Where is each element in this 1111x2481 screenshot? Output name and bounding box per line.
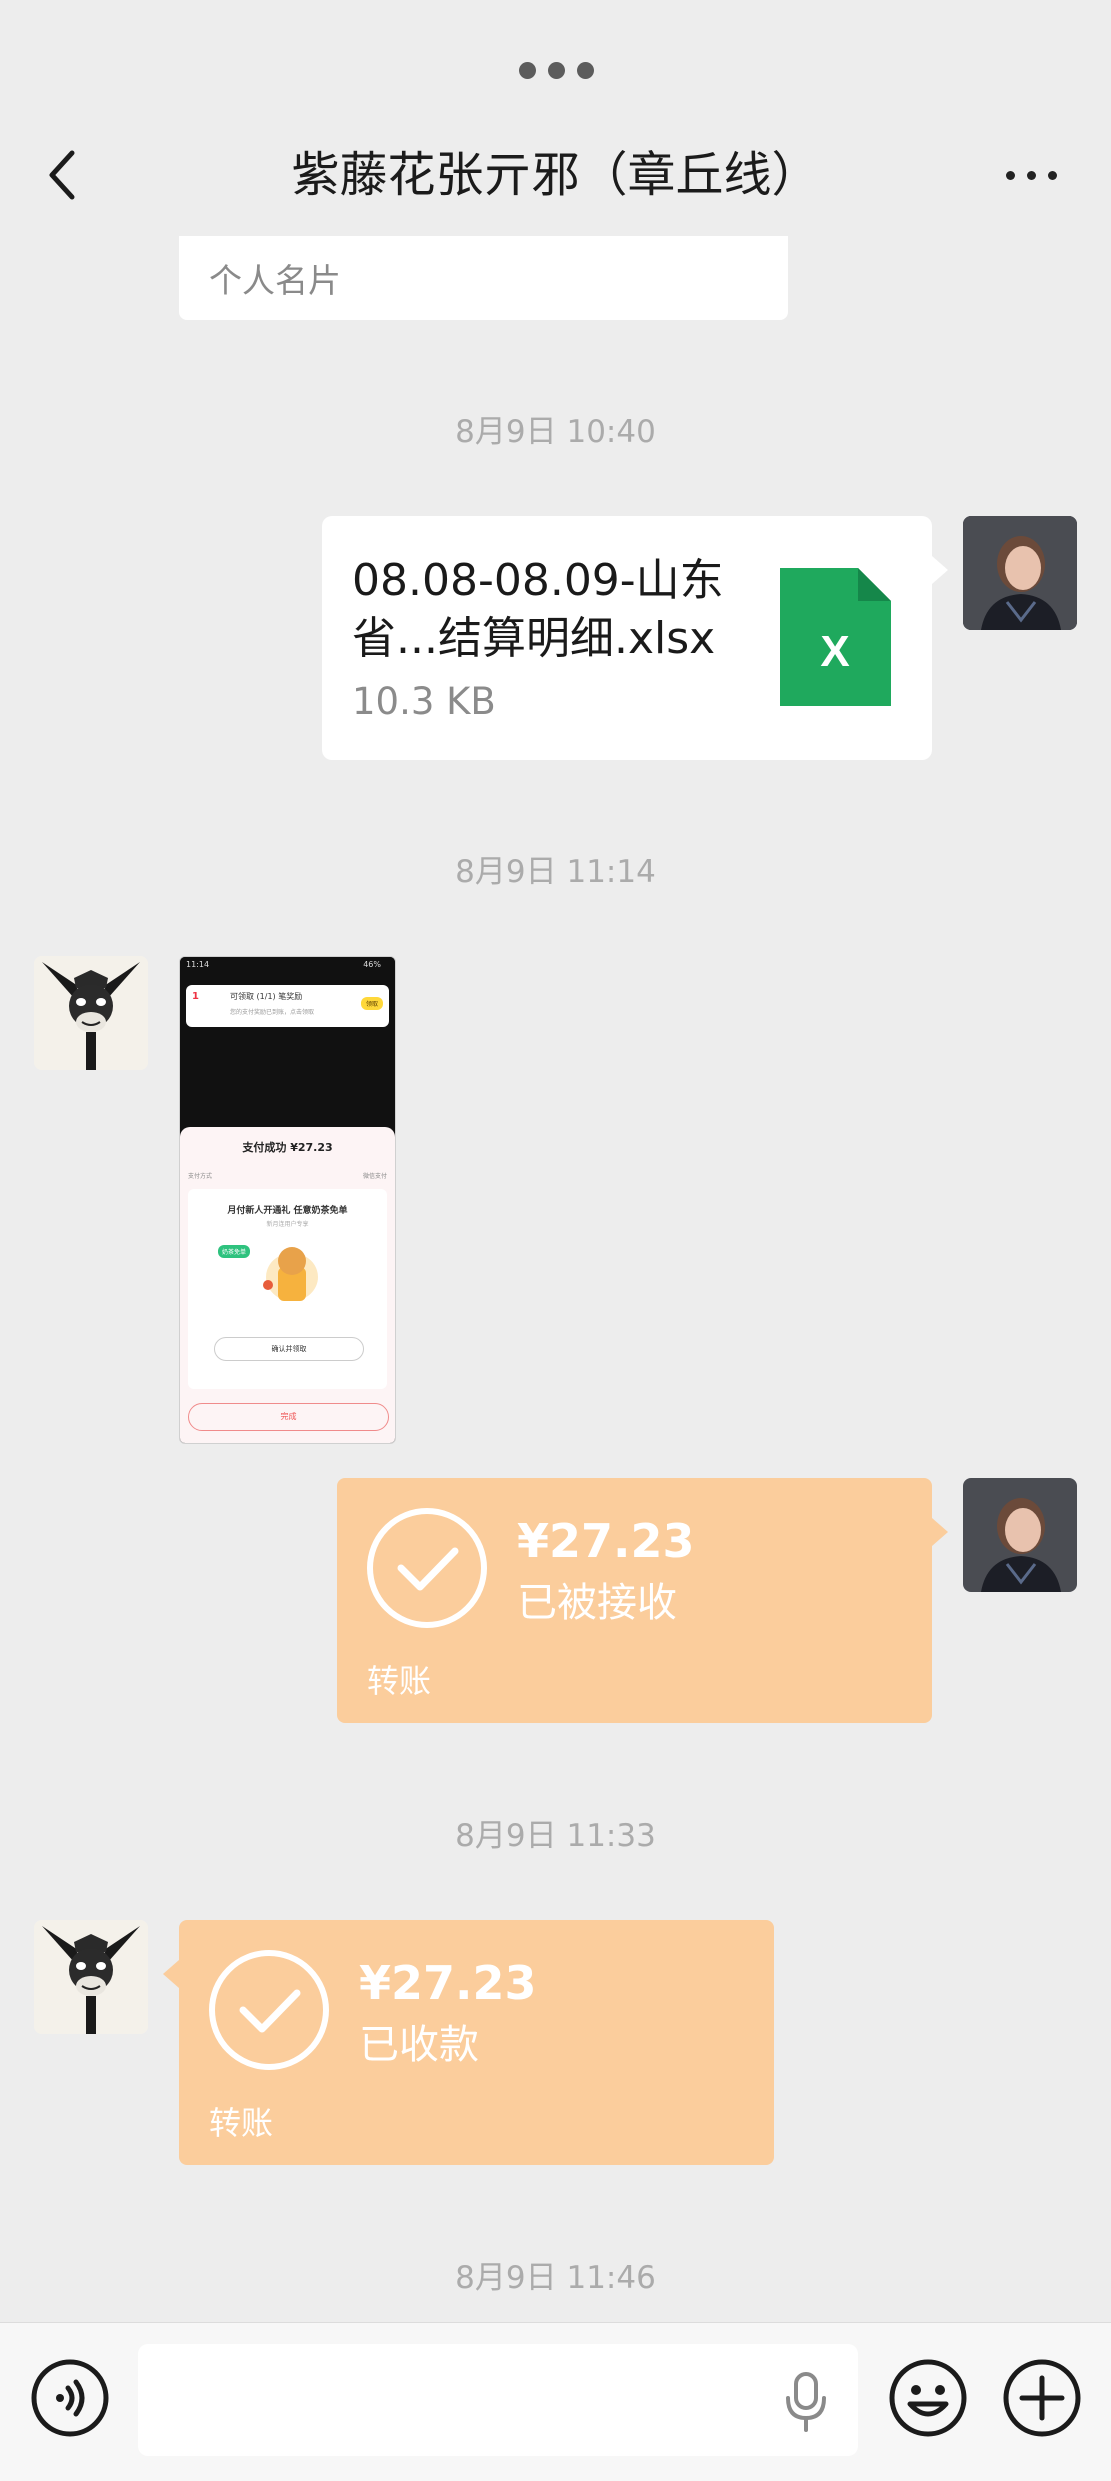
thumb-confirm-button: 确认并领取 <box>214 1337 364 1361</box>
more-dots-icon <box>1047 170 1057 180</box>
thumb-reward-notice: 1 可领取 (1/1) 笔奖励 您的支付奖励已到账，点击领取 领取 <box>186 985 389 1027</box>
file-size: 10.3 KB <box>352 680 496 723</box>
thumb-battery: 46% <box>363 960 381 969</box>
back-button[interactable] <box>44 145 94 205</box>
transfer-amount: ¥27.23 <box>517 1514 695 1568</box>
thumb-promo-card: 月付新人开通礼 任意奶茶免单 新月连用户专享 奶茶免单 确认并领取 <box>188 1189 387 1389</box>
file-message[interactable]: 08.08-08.09-山东省...结算明细.xlsx 10.3 KB X <box>322 516 948 760</box>
check-circle-icon <box>367 1508 487 1628</box>
timestamp: 8月9日 11:33 <box>455 1818 656 1854</box>
avatar[interactable] <box>963 1478 1077 1592</box>
donkey-avatar-image <box>34 1920 148 2034</box>
thumb-notice-sub: 您的支付奖励已到账，点击领取 <box>230 1009 315 1016</box>
more-dots-icon <box>1026 170 1036 180</box>
more-functions-button[interactable] <box>1002 2358 1082 2438</box>
more-button[interactable] <box>996 160 1066 190</box>
name-card-label: 个人名片 <box>209 261 341 300</box>
avatar[interactable] <box>34 1920 148 2034</box>
thumb-notice-title: 可领取 (1/1) 笔奖励 <box>230 992 303 1001</box>
transfer-status: 已被接收 <box>517 1580 677 1626</box>
grabber-dot <box>518 61 536 79</box>
grabber-dot <box>576 61 594 79</box>
transfer-message-sent[interactable]: ¥27.23 已被接收 转账 <box>337 1478 948 1723</box>
window-grabber[interactable] <box>515 58 597 82</box>
transfer-label: 转账 <box>367 1662 432 1700</box>
transfer-message-received[interactable]: ¥27.23 已收款 转账 <box>163 1920 774 2165</box>
grabber-dot <box>547 61 565 79</box>
timestamp: 8月9日 10:40 <box>455 414 656 450</box>
microphone-icon <box>786 2372 826 2432</box>
thumb-status-bar: 11:14 46% <box>180 957 395 975</box>
thumb-time: 11:14 <box>186 960 210 969</box>
excel-letter: X <box>820 627 849 676</box>
voice-toggle-button[interactable] <box>30 2358 110 2438</box>
transfer-label: 转账 <box>209 2104 274 2142</box>
file-name: 08.08-08.09-山东省...结算明细.xlsx <box>352 555 724 664</box>
check-circle-icon <box>209 1950 329 2070</box>
thumb-done-button: 完成 <box>188 1403 389 1431</box>
user-avatar-image <box>963 516 1077 630</box>
chevron-left-icon <box>49 150 75 200</box>
thumb-promo-tag: 奶茶免单 <box>218 1245 251 1258</box>
voice-mode-icon <box>31 2359 109 2437</box>
thumb-sheet-left: 支付方式 <box>188 1173 213 1180</box>
timestamp: 8月9日 11:46 <box>455 2260 656 2296</box>
transfer-amount: ¥27.23 <box>359 1956 537 2010</box>
name-card-message[interactable]: 个人名片 <box>179 236 788 320</box>
excel-file-icon: X <box>780 568 891 706</box>
donkey-avatar-image <box>34 956 148 1070</box>
thumb-payment-sheet: 支付成功 ¥27.23 支付方式 微信支付 月付新人开通礼 任意奶茶免单 新月连… <box>180 1127 395 1443</box>
emoji-button[interactable] <box>888 2358 968 2438</box>
more-dots-icon <box>1005 170 1015 180</box>
avatar[interactable] <box>34 956 148 1070</box>
transfer-status: 已收款 <box>359 2022 479 2068</box>
thumb-notice-button: 领取 <box>360 997 383 1010</box>
user-avatar-image <box>963 1478 1077 1592</box>
thumb-promo-sub: 新月连用户专享 <box>266 1221 309 1228</box>
thumb-promo-title: 月付新人开通礼 任意奶茶免单 <box>227 1206 348 1216</box>
message-input[interactable] <box>138 2344 858 2456</box>
avatar[interactable] <box>963 516 1077 630</box>
screenshot-image-message[interactable]: 11:14 46% 1 可领取 (1/1) 笔奖励 您的支付奖励已到账，点击领取… <box>179 956 396 1444</box>
chat-title: 紫藤花张亓邪（章丘线） <box>291 147 820 203</box>
mic-button[interactable] <box>782 2370 830 2434</box>
thumb-milk-tea-illustration <box>263 1247 318 1301</box>
timestamp: 8月9日 11:14 <box>455 854 656 890</box>
plus-icon <box>1003 2359 1081 2437</box>
emoji-icon <box>889 2359 967 2437</box>
thumb-sheet-right: 微信支付 <box>362 1173 387 1180</box>
thumb-sheet-title: 支付成功 ¥27.23 <box>242 1141 333 1154</box>
